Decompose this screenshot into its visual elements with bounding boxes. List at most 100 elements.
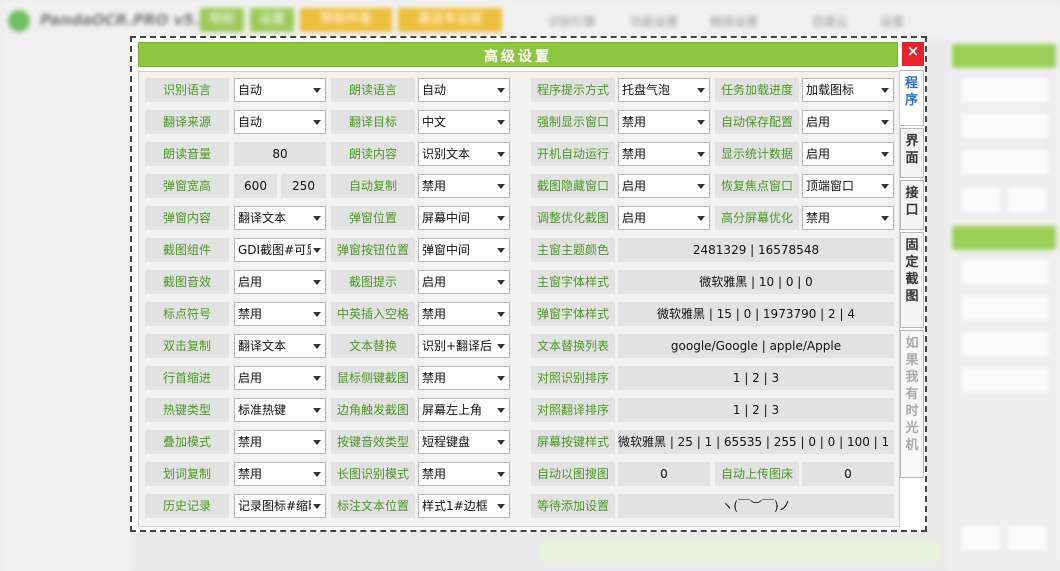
tab-2[interactable]: 接口 — [900, 180, 924, 230]
setting-select[interactable]: 禁用 — [418, 366, 510, 390]
sidebar-button[interactable] — [1006, 186, 1048, 214]
setting-label: 开机自动运行 — [531, 142, 615, 166]
setting-value[interactable]: 1 | 2 | 3 — [618, 366, 894, 390]
sidebar-button[interactable] — [960, 186, 1002, 214]
tab-1[interactable]: 界面 — [900, 128, 924, 178]
setting-select[interactable]: 禁用 — [618, 110, 710, 134]
setting-select[interactable]: 短程键盘 — [418, 430, 510, 454]
setting-select[interactable]: 屏幕左上角 — [418, 398, 510, 422]
chevron-down-icon — [497, 472, 505, 477]
menu-item[interactable]: 精简设置 — [710, 13, 758, 30]
setting-label: 叠加模式 — [145, 430, 229, 454]
setting-label: 任务加载进度 — [715, 78, 799, 102]
setting-select[interactable]: 禁用 — [802, 206, 894, 230]
select-value: 屏幕左上角 — [422, 403, 483, 417]
menu-item[interactable]: 识别引擎 — [548, 13, 596, 30]
setting-select[interactable]: 自动 — [234, 110, 326, 134]
menu-item[interactable]: 设置 — [880, 13, 904, 30]
setting-value[interactable]: ヽ(￣︶￣)ノ — [618, 494, 894, 518]
setting-label: 朗读语言 — [331, 78, 415, 102]
sidebar-button[interactable] — [960, 294, 1050, 322]
setting-select[interactable]: 禁用 — [618, 142, 710, 166]
setting-value[interactable]: google/Google | apple/Apple — [618, 334, 894, 358]
setting-select[interactable]: 自动 — [418, 78, 510, 102]
app-left-area — [0, 40, 130, 571]
setting-select[interactable]: 识别+翻译后 — [418, 334, 510, 358]
select-value: 记录图标#缩略图 — [238, 499, 311, 513]
sidebar-button[interactable] — [960, 148, 1050, 176]
select-value: 样式1#边框 — [422, 499, 488, 513]
setting-value[interactable]: 0 — [802, 462, 894, 486]
setting-label: 识别语言 — [145, 78, 229, 102]
setting-value-height[interactable]: 250 — [281, 174, 326, 198]
app-bottom-bar — [540, 540, 940, 562]
toolbar-help[interactable]: 帮助 — [200, 8, 244, 32]
setting-select[interactable]: 禁用 — [418, 462, 510, 486]
setting-select[interactable]: 禁用 — [418, 302, 510, 326]
toolbar-settings[interactable]: 设置 — [250, 8, 294, 32]
sidebar-button[interactable] — [960, 524, 1002, 552]
chevron-down-icon — [881, 120, 889, 125]
setting-select[interactable]: 禁用 — [234, 302, 326, 326]
setting-select[interactable]: 记录图标#缩略图 — [234, 494, 326, 518]
sidebar-button[interactable] — [960, 76, 1050, 104]
dialog-titlebar[interactable]: 高级设置 — [138, 42, 898, 67]
setting-select[interactable]: 中文 — [418, 110, 510, 134]
setting-value[interactable]: 2481329 | 16578548 — [618, 238, 894, 262]
setting-select[interactable]: 样式1#边框 — [418, 494, 510, 518]
setting-value[interactable]: 80 — [234, 142, 326, 166]
chevron-down-icon — [881, 88, 889, 93]
setting-value[interactable]: 微软雅黑 | 15 | 0 | 1973790 | 2 | 4 — [618, 302, 894, 326]
sidebar-button[interactable] — [960, 258, 1050, 286]
setting-select[interactable]: 翻译文本 — [234, 206, 326, 230]
tab-3[interactable]: 固定截图 — [900, 232, 924, 328]
setting-select[interactable]: 标准热键 — [234, 398, 326, 422]
setting-select[interactable]: 自动 — [234, 78, 326, 102]
toolbar-sponsor[interactable]: 赞助作者 — [300, 8, 392, 32]
setting-label: 热键类型 — [145, 398, 229, 422]
setting-select[interactable]: 启用 — [802, 110, 894, 134]
setting-select[interactable]: 顶端窗口 — [802, 174, 894, 198]
setting-select[interactable]: GDI截图#可显示鼠标 — [234, 238, 326, 262]
setting-label: 对照识别排序 — [531, 366, 615, 390]
sidebar-button[interactable] — [960, 330, 1050, 358]
setting-select[interactable]: 启用 — [802, 142, 894, 166]
setting-select[interactable]: 启用 — [618, 206, 710, 230]
sidebar-button[interactable] — [960, 366, 1050, 394]
toolbar-activate[interactable]: 激活专业版 — [398, 8, 502, 32]
setting-select[interactable]: 启用 — [234, 366, 326, 390]
setting-select[interactable]: 禁用 — [418, 174, 510, 198]
setting-select[interactable]: 启用 — [618, 174, 710, 198]
tab-0[interactable]: 程序 — [900, 70, 924, 126]
menu-item[interactable]: 功能设置 — [630, 13, 678, 30]
select-value: 托盘气泡 — [622, 83, 671, 97]
setting-select[interactable]: 识别文本 — [418, 142, 510, 166]
setting-select[interactable]: 托盘气泡 — [618, 78, 710, 102]
close-button[interactable]: × — [902, 42, 924, 66]
sidebar-button[interactable] — [1006, 524, 1048, 552]
chevron-down-icon — [497, 248, 505, 253]
setting-select[interactable]: 启用 — [234, 270, 326, 294]
setting-select[interactable]: 弹窗中间 — [418, 238, 510, 262]
select-value: 屏幕中间 — [422, 211, 471, 225]
setting-label: 弹窗字体样式 — [531, 302, 615, 326]
setting-label: 自动复制 — [331, 174, 415, 198]
setting-value[interactable]: 0 — [618, 462, 710, 486]
chevron-down-icon — [497, 120, 505, 125]
menu-item[interactable]: 百度云 — [812, 13, 848, 30]
select-value: 自动 — [422, 83, 447, 97]
sidebar-button[interactable] — [960, 112, 1050, 140]
setting-label: 调整优化截图 — [531, 206, 615, 230]
setting-select[interactable]: 翻译文本 — [234, 334, 326, 358]
chevron-down-icon — [497, 216, 505, 221]
setting-select[interactable]: 启用 — [418, 270, 510, 294]
setting-value[interactable]: 微软雅黑 | 25 | 1 | 65535 | 255 | 0 | 0 | 10… — [618, 430, 894, 454]
setting-select[interactable]: 屏幕中间 — [418, 206, 510, 230]
tab-4[interactable]: 如果我有时光机 — [900, 330, 924, 478]
setting-value[interactable]: 微软雅黑 | 10 | 0 | 0 — [618, 270, 894, 294]
setting-value[interactable]: 1 | 2 | 3 — [618, 398, 894, 422]
setting-value-width[interactable]: 600 — [234, 174, 277, 198]
setting-select[interactable]: 禁用 — [234, 430, 326, 454]
setting-select[interactable]: 禁用 — [234, 462, 326, 486]
setting-select[interactable]: 加载图标 — [802, 78, 894, 102]
